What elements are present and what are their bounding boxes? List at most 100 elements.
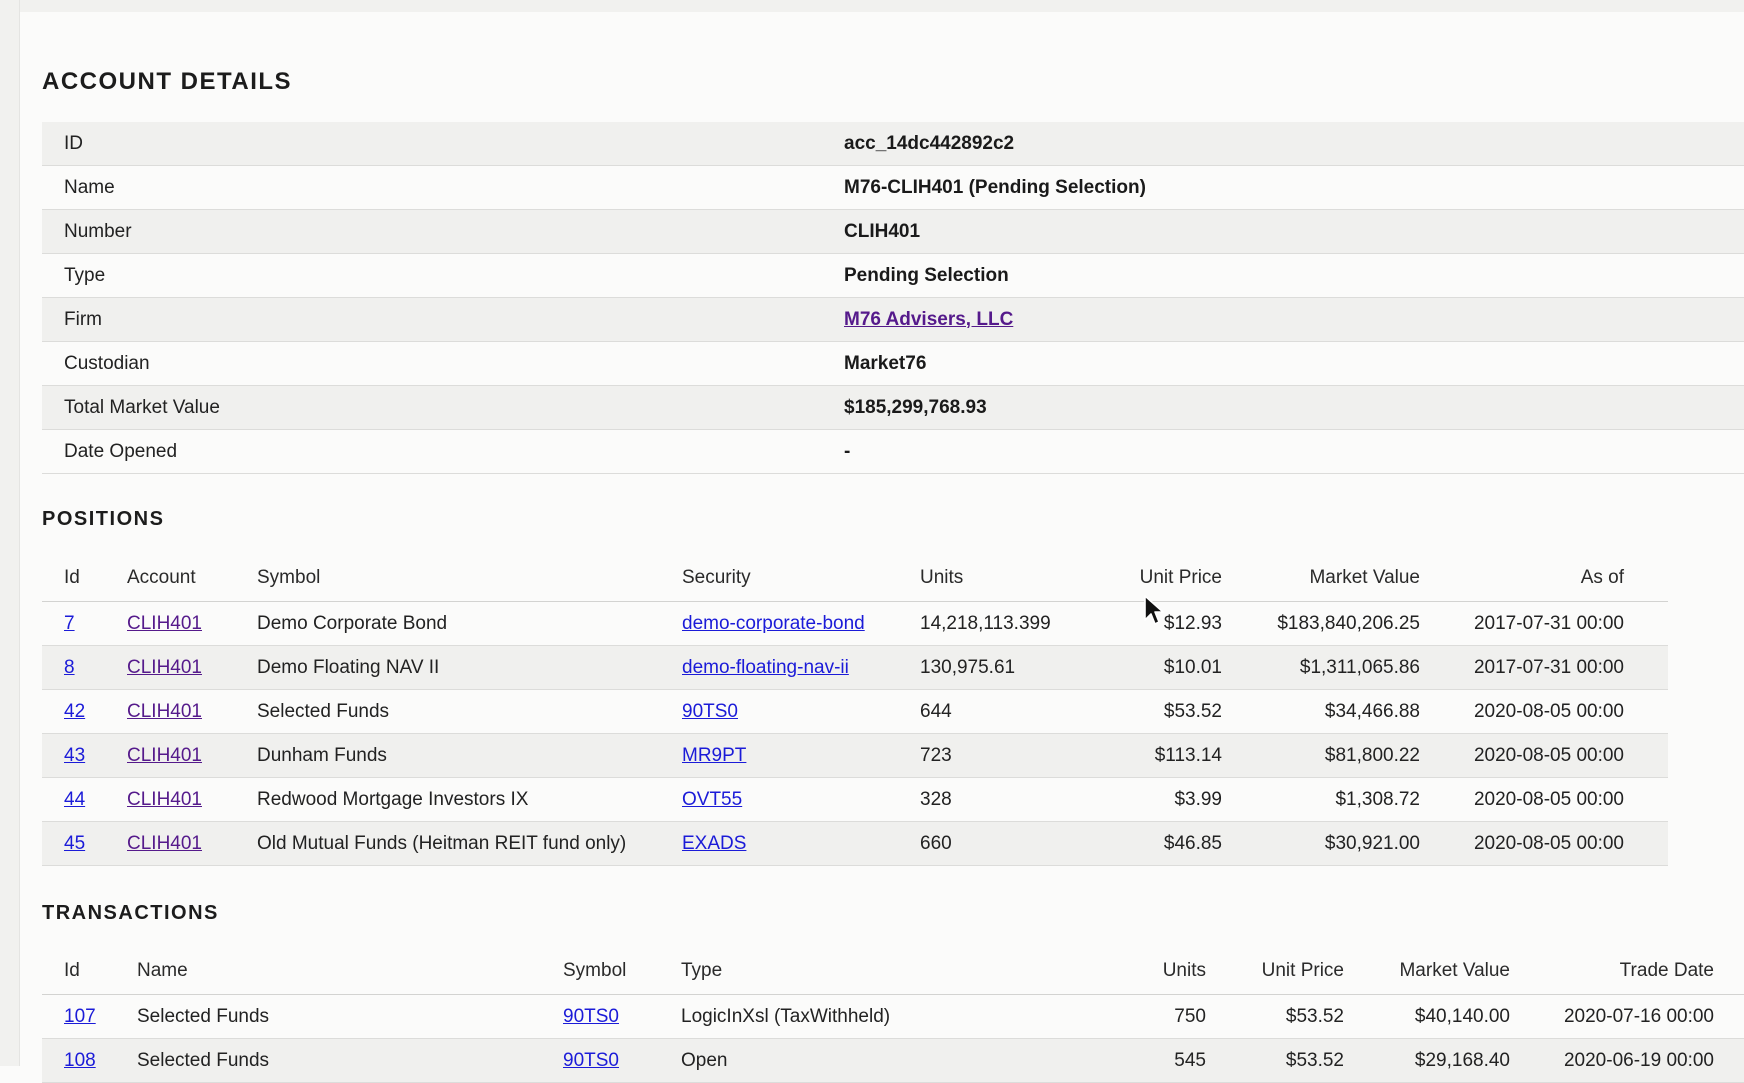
position-account-link[interactable]: CLIH401 bbox=[127, 657, 202, 678]
position-unit-price: $53.52 bbox=[1163, 700, 1222, 722]
position-account-link[interactable]: CLIH401 bbox=[127, 613, 202, 634]
column-header-id: Id bbox=[64, 567, 80, 588]
table-cell: CLIH401 bbox=[117, 657, 247, 679]
table-cell: 90TS0 bbox=[553, 1050, 671, 1072]
transaction-id-link[interactable]: 108 bbox=[64, 1050, 96, 1071]
table-cell: 42 bbox=[42, 701, 117, 723]
position-security-link[interactable]: MR9PT bbox=[682, 745, 746, 766]
transaction-trade-date: 2020-07-16 00:00 bbox=[1563, 1005, 1714, 1027]
transaction-market-value: $29,168.40 bbox=[1414, 1049, 1510, 1071]
detail-label: ID bbox=[64, 132, 83, 154]
position-id-link[interactable]: 43 bbox=[64, 745, 85, 766]
detail-row-custodian: Custodian Market76 bbox=[42, 342, 1744, 386]
position-id-link[interactable]: 7 bbox=[64, 613, 75, 634]
position-account-link[interactable]: CLIH401 bbox=[127, 745, 202, 766]
positions-title: POSITIONS bbox=[42, 508, 165, 530]
transaction-name: Selected Funds bbox=[137, 1005, 270, 1027]
position-account-link[interactable]: CLIH401 bbox=[127, 789, 202, 810]
position-unit-price: $3.99 bbox=[1174, 788, 1222, 810]
detail-label: Total Market Value bbox=[64, 396, 220, 418]
position-market-value: $81,800.22 bbox=[1324, 744, 1420, 766]
table-cell: 108 bbox=[42, 1050, 127, 1072]
table-cell: 107 bbox=[42, 1006, 127, 1028]
transaction-trade-date: 2020-06-19 00:00 bbox=[1563, 1049, 1714, 1071]
transaction-type: Open bbox=[681, 1049, 728, 1071]
window-left-edge bbox=[0, 0, 20, 1066]
column-header-symbol: Symbol bbox=[257, 567, 321, 588]
position-id-link[interactable]: 45 bbox=[64, 833, 85, 854]
detail-label: Custodian bbox=[64, 352, 150, 374]
detail-row-total-market-value: Total Market Value $185,299,768.93 bbox=[42, 386, 1744, 430]
transactions-title: TRANSACTIONS bbox=[42, 902, 219, 924]
column-header-symbol: Symbol bbox=[563, 960, 627, 981]
position-unit-price: $113.14 bbox=[1154, 744, 1222, 766]
position-market-value: $30,921.00 bbox=[1324, 832, 1420, 854]
column-header-units: Units bbox=[920, 567, 964, 588]
table-cell: EXADS bbox=[672, 833, 910, 855]
position-id-link[interactable]: 42 bbox=[64, 701, 85, 722]
column-header-type: Type bbox=[681, 960, 723, 981]
position-market-value: $34,466.88 bbox=[1324, 700, 1420, 722]
position-as-of: 2020-08-05 00:00 bbox=[1473, 744, 1624, 766]
transaction-name: Selected Funds bbox=[137, 1049, 270, 1071]
position-security-link[interactable]: EXADS bbox=[682, 833, 746, 854]
column-header-as-of: As of bbox=[1580, 567, 1624, 588]
detail-value: M76-CLIH401 (Pending Selection) bbox=[844, 176, 1146, 198]
detail-row-firm: Firm M76 Advisers, LLC bbox=[42, 298, 1744, 342]
transaction-unit-price: $53.52 bbox=[1285, 1049, 1344, 1071]
transaction-symbol-link[interactable]: 90TS0 bbox=[563, 1050, 619, 1071]
position-market-value: $1,308.72 bbox=[1335, 788, 1420, 810]
position-units: 660 bbox=[920, 832, 952, 854]
table-cell: 44 bbox=[42, 789, 117, 811]
table-row: 43 CLIH401 Dunham Funds MR9PT 723 $113.14 $81,… bbox=[42, 734, 1668, 778]
table-cell: 7 bbox=[42, 613, 117, 635]
table-row: 8 CLIH401 Demo Floating NAV II demo-floatin… bbox=[42, 646, 1668, 690]
detail-value: Pending Selection bbox=[844, 264, 1009, 286]
transaction-symbol-link[interactable]: 90TS0 bbox=[563, 1006, 619, 1027]
transaction-id-link[interactable]: 107 bbox=[64, 1006, 96, 1027]
column-header-unit-price: Unit Price bbox=[1139, 567, 1222, 588]
transaction-unit-price: $53.52 bbox=[1285, 1005, 1344, 1027]
position-id-link[interactable]: 8 bbox=[64, 657, 75, 678]
detail-row-id: ID acc_14dc442892c2 bbox=[42, 122, 1744, 166]
table-cell: CLIH401 bbox=[117, 701, 247, 723]
table-row: 42 CLIH401 Selected Funds 90TS0 644 $53.52 $34… bbox=[42, 690, 1668, 734]
positions-table: Id Account Symbol Security Units Unit Pr… bbox=[42, 555, 1668, 866]
table-cell: 45 bbox=[42, 833, 117, 855]
detail-label: Name bbox=[64, 176, 115, 198]
position-security-link[interactable]: demo-floating-nav-ii bbox=[682, 657, 849, 678]
position-symbol: Demo Floating NAV II bbox=[257, 656, 440, 678]
position-security-link[interactable]: OVT55 bbox=[682, 789, 742, 810]
position-unit-price: $46.85 bbox=[1163, 832, 1222, 854]
firm-link[interactable]: M76 Advisers, LLC bbox=[844, 309, 1013, 330]
position-account-link[interactable]: CLIH401 bbox=[127, 701, 202, 722]
detail-label: Date Opened bbox=[64, 440, 178, 462]
detail-row-name: Name M76-CLIH401 (Pending Selection) bbox=[42, 166, 1744, 210]
detail-value: M76 Advisers, LLC bbox=[844, 309, 1013, 331]
position-id-link[interactable]: 44 bbox=[64, 789, 85, 810]
position-security-link[interactable]: demo-corporate-bond bbox=[682, 613, 865, 634]
detail-label: Firm bbox=[64, 308, 102, 330]
position-symbol: Selected Funds bbox=[257, 700, 390, 722]
table-cell: demo-corporate-bond bbox=[672, 613, 910, 635]
table-row: 108 Selected Funds 90TS0 Open 545 $53.52 $29,1… bbox=[42, 1039, 1744, 1083]
table-cell: 90TS0 bbox=[553, 1006, 671, 1028]
detail-label: Type bbox=[64, 264, 106, 286]
detail-value: Market76 bbox=[844, 352, 927, 374]
table-cell: CLIH401 bbox=[117, 745, 247, 767]
transaction-type: LogicInXsl (TaxWithheld) bbox=[681, 1005, 891, 1027]
transaction-market-value: $40,140.00 bbox=[1414, 1005, 1510, 1027]
column-header-account: Account bbox=[127, 567, 196, 588]
position-symbol: Old Mutual Funds (Heitman REIT fund only… bbox=[257, 832, 627, 854]
position-security-link[interactable]: 90TS0 bbox=[682, 701, 738, 722]
column-header-unit-price: Unit Price bbox=[1261, 960, 1344, 981]
position-account-link[interactable]: CLIH401 bbox=[127, 833, 202, 854]
position-as-of: 2017-07-31 00:00 bbox=[1473, 656, 1624, 678]
position-as-of: 2020-08-05 00:00 bbox=[1473, 832, 1624, 854]
table-cell: demo-floating-nav-ii bbox=[672, 657, 910, 679]
table-row: 7 CLIH401 Demo Corporate Bond demo-corporat… bbox=[42, 602, 1668, 646]
detail-row-type: Type Pending Selection bbox=[42, 254, 1744, 298]
table-cell: 43 bbox=[42, 745, 117, 767]
position-as-of: 2020-08-05 00:00 bbox=[1473, 700, 1624, 722]
position-symbol: Redwood Mortgage Investors IX bbox=[257, 788, 529, 810]
